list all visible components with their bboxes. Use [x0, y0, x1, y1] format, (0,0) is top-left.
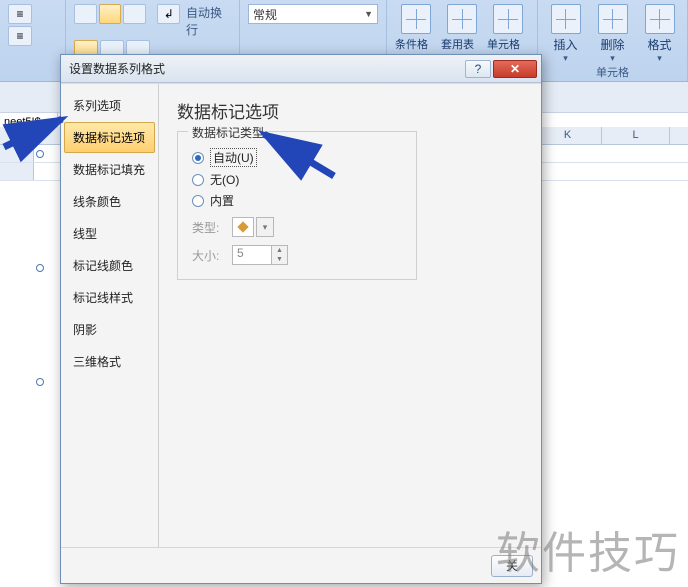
marker-type-dropdown[interactable]: ▾	[256, 217, 274, 237]
chevron-down-icon: ▼	[364, 9, 373, 19]
spinner-up-icon[interactable]: ▲	[272, 246, 287, 255]
nav-shadow[interactable]: 阴影	[64, 314, 155, 345]
number-format-dropdown[interactable]: 常规 ▼	[248, 4, 378, 24]
nav-marker-options[interactable]: 数据标记选项	[64, 122, 155, 153]
diamond-icon	[237, 221, 248, 232]
wrap-text-icon[interactable]: ↲	[157, 4, 180, 24]
nav-marker-line-style[interactable]: 标记线样式	[64, 282, 155, 313]
close-button[interactable]: ✕	[493, 60, 537, 78]
radio-builtin-label: 内置	[210, 192, 234, 209]
cells-group-label: 单元格	[546, 64, 679, 83]
help-button[interactable]: ?	[465, 60, 491, 78]
dialog-titlebar[interactable]: 设置数据系列格式 ? ✕	[61, 55, 541, 83]
radio-auto-label: 自动(U)	[210, 148, 257, 167]
table-format-icon	[447, 4, 477, 34]
marker-size-row: 大小: 5 ▲ ▼	[192, 245, 402, 265]
type-label: 类型:	[192, 219, 232, 236]
marker-type-row: 类型: ▾	[192, 217, 402, 237]
align-top-icon[interactable]: ≡	[8, 4, 32, 24]
nav-line-style[interactable]: 线型	[64, 218, 155, 249]
align-left-icon[interactable]: ≡	[8, 26, 32, 46]
dialog-footer: 关	[61, 547, 541, 583]
delete-icon	[598, 4, 628, 34]
col-header[interactable]: L	[602, 127, 670, 144]
format-button[interactable]: 格式 ▾	[640, 4, 679, 64]
radio-icon	[192, 174, 204, 186]
col-header[interactable]: C	[0, 127, 34, 144]
insert-button[interactable]: 插入 ▾	[546, 4, 585, 64]
nav-line-color[interactable]: 线条颜色	[64, 186, 155, 217]
dialog-nav: 系列选项 数据标记选项 数据标记填充 线条颜色 线型 标记线颜色 标记线样式 阴…	[61, 84, 159, 547]
wrap-text-label: 自动换行	[186, 4, 231, 38]
size-label: 大小:	[192, 247, 232, 264]
marker-type-fieldset: 数据标记类型 自动(U) 无(O) 内置 类型: ▾	[177, 131, 417, 280]
radio-builtin[interactable]: 内置	[192, 192, 402, 209]
radio-auto[interactable]: 自动(U)	[192, 148, 402, 167]
nav-marker-line-color[interactable]: 标记线颜色	[64, 250, 155, 281]
radio-icon	[192, 195, 204, 207]
valign-middle[interactable]	[99, 4, 122, 24]
fieldset-legend: 数据标记类型	[188, 124, 268, 141]
col-header[interactable]: K	[534, 127, 602, 144]
panel-title: 数据标记选项	[177, 98, 523, 123]
delete-button[interactable]: 删除 ▾	[593, 4, 632, 64]
format-data-series-dialog: 设置数据系列格式 ? ✕ 系列选项 数据标记选项 数据标记填充 线条颜色 线型 …	[60, 54, 542, 584]
marker-size-spinner[interactable]: 5 ▲ ▼	[232, 245, 288, 265]
valign-top[interactable]	[74, 4, 97, 24]
format-icon	[645, 4, 675, 34]
valign-bottom[interactable]	[123, 4, 146, 24]
cond-format-icon	[401, 4, 431, 34]
percent-btn[interactable]	[288, 26, 326, 54]
cell-style-icon	[493, 4, 523, 34]
dialog-content: 数据标记选项 数据标记类型 自动(U) 无(O) 内置 类型:	[159, 84, 541, 547]
dialog-title: 设置数据系列格式	[69, 60, 165, 77]
radio-none-label: 无(O)	[210, 171, 239, 188]
watermark: 软件技巧	[496, 517, 680, 581]
size-value[interactable]: 5	[232, 245, 272, 265]
insert-icon	[551, 4, 581, 34]
marker-type-swatch[interactable]	[232, 217, 254, 237]
nav-marker-fill[interactable]: 数据标记填充	[64, 154, 155, 185]
nav-3d-format[interactable]: 三维格式	[64, 346, 155, 377]
close-icon: ✕	[510, 62, 520, 76]
radio-icon	[192, 152, 204, 164]
nav-series-options[interactable]: 系列选项	[64, 90, 155, 121]
currency-btn[interactable]	[248, 26, 286, 54]
spinner-down-icon[interactable]: ▼	[272, 255, 287, 264]
radio-none[interactable]: 无(O)	[192, 171, 402, 188]
number-format-value: 常规	[253, 6, 277, 23]
